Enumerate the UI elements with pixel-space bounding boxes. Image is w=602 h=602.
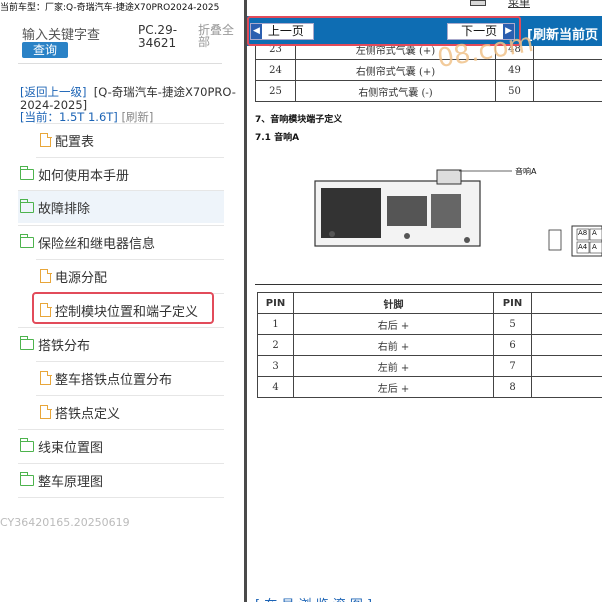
sidebar-item-power-distribution[interactable]: 电源分配 [40, 260, 224, 292]
section-rule [255, 284, 602, 285]
sidebar-item-label: 整车搭铁点位置分布 [55, 372, 173, 388]
column-header: PIN [257, 292, 294, 314]
connector-pin-label: A [592, 229, 597, 237]
page-nav-bar: ◀ 上一页 下一页 ▶ [刷新当前页 [247, 16, 602, 46]
table-row: 25 右侧帘式气囊 (-) 50 [255, 80, 602, 102]
table-row: 2 右前 + 6 [257, 334, 602, 356]
column-header: 针脚 [293, 292, 494, 314]
sidebar-item-label: 线束位置图 [38, 440, 104, 456]
table-cell: 1 [257, 313, 294, 335]
folder-icon [19, 165, 34, 180]
sidebar-separator [18, 63, 222, 64]
table-cell: 5 [493, 313, 532, 335]
table-cell: 右前 + [293, 334, 494, 356]
table-cell [531, 355, 602, 377]
connector-pin-label: A4 [578, 243, 588, 251]
section-title: 7、音响模块端子定义 [255, 115, 343, 125]
folder-icon [19, 437, 34, 452]
sidebar-item-label: 保险丝和继电器信息 [38, 236, 156, 252]
table-header-row: PIN 针脚 PIN [257, 292, 602, 314]
folder-icon [19, 233, 34, 248]
sidebar: 输入关键字查 查询 PC.29-34621 折叠全部 [返回上一级] [Q-奇瑞… [0, 16, 244, 602]
content-pane: 23 左侧帘式气囊 (+) 48 24 右侧帘式气囊 (+) 49 25 右侧帘… [247, 16, 602, 602]
table-cell [533, 80, 602, 102]
query-button[interactable]: 查询 [22, 42, 68, 58]
table-cell: 右侧帘式气囊 (-) [295, 80, 496, 102]
table-cell: 25 [255, 80, 296, 102]
table-cell: 4 [257, 376, 294, 398]
table-row: 1 右后 + 5 [257, 313, 602, 335]
sidebar-item-label: 搭铁点定义 [55, 406, 121, 422]
table-cell: 左后 + [293, 376, 494, 398]
connector-pin-label: A [592, 243, 597, 251]
subsection-title: 7.1 音响A [255, 133, 300, 143]
table-row: 4 左后 + 8 [257, 376, 602, 398]
table-cell [533, 59, 602, 81]
audio-pin-table: PIN 针脚 PIN 1 右后 + 5 2 右前 + 6 3 左前 + 7 4 … [257, 292, 602, 398]
pc-code: PC.29-34621 [138, 23, 178, 50]
document-icon [40, 404, 52, 419]
table-cell: 左前 + [293, 355, 494, 377]
table-cell: 24 [255, 59, 296, 81]
current-model-label: 当前车型： [0, 3, 46, 13]
sidebar-item-label: 配置表 [55, 134, 95, 150]
airbag-pin-table: 23 左侧帘式气囊 (+) 48 24 右侧帘式气囊 (+) 49 25 右侧帘… [255, 38, 602, 102]
sidebar-item-troubleshooting[interactable]: 故障排除 [18, 191, 224, 223]
sidebar-item-harness-location[interactable]: 线束位置图 [19, 430, 224, 462]
sidebar-item-vehicle-schematic[interactable]: 整车原理图 [19, 464, 224, 496]
folder-icon [19, 335, 34, 350]
table-cell [531, 334, 602, 356]
folder-icon [19, 471, 34, 486]
refresh-link[interactable]: [刷新] [121, 110, 153, 124]
breadcrumb: [返回上一级] [Q-奇瑞汽车-捷途X70PRO-2024-2025] [当前：… [20, 86, 240, 124]
current-model-value: 厂家:Q-奇瑞汽车-捷途X70PRO2024-2025 [45, 3, 220, 13]
sidebar-item-fuse-relay[interactable]: 保险丝和继电器信息 [19, 226, 224, 258]
sidebar-item-label: 电源分配 [55, 270, 108, 286]
column-header: PIN [493, 292, 532, 314]
menu-link[interactable]: 菜单 [508, 0, 530, 10]
table-cell: 8 [493, 376, 532, 398]
sidebar-item-label: 搭铁分布 [38, 338, 91, 354]
search-input[interactable]: 输入关键字查 [22, 24, 100, 43]
document-icon [40, 370, 52, 385]
sidebar-item-ground-point-location[interactable]: 整车搭铁点位置分布 [40, 362, 224, 394]
sidebar-item-how-to-use[interactable]: 如何使用本手册 [19, 158, 224, 190]
current-value: 1.5T 1.6T] [59, 110, 118, 124]
sidebar-item-label: 如何使用本手册 [38, 168, 130, 184]
table-cell [531, 376, 602, 398]
connector-label: 音响A [515, 167, 537, 176]
selection-highlight [32, 292, 214, 324]
window-button[interactable] [470, 0, 486, 6]
collapse-all-button[interactable]: 折叠全部 [198, 24, 240, 48]
table-cell: 3 [257, 355, 294, 377]
table-cell: 右后 + [293, 313, 494, 335]
table-cell [531, 313, 602, 335]
table-cell: 50 [495, 80, 534, 102]
table-cell: 6 [493, 334, 532, 356]
document-icon [40, 268, 52, 283]
table-cell: 7 [493, 355, 532, 377]
table-row: 3 左前 + 7 [257, 355, 602, 377]
folder-icon [19, 198, 34, 213]
refresh-current-page-link[interactable]: [刷新当前页 [527, 24, 598, 43]
audio-module-diagram [314, 169, 602, 257]
footer-id: CY36420165.20250619 [0, 516, 130, 529]
sidebar-item-label: 整车原理图 [38, 474, 104, 490]
sidebar-item-ground-distribution[interactable]: 搭铁分布 [19, 328, 224, 360]
table-row: 24 右侧帘式气囊 (+) 49 [255, 59, 602, 81]
document-icon [40, 132, 52, 147]
table-cell: 2 [257, 334, 294, 356]
sidebar-item-label: 故障排除 [38, 201, 91, 217]
sidebar-item-ground-point-definition[interactable]: 搭铁点定义 [40, 396, 224, 428]
sidebar-item-config-table[interactable]: 配置表 [40, 124, 224, 156]
connector-pin-label: A8 [578, 229, 588, 237]
browse-link[interactable]: [ 在 显 浏 览 滚 图 ] [255, 594, 372, 602]
item-divider [18, 497, 224, 498]
current-prefix: [当前： [20, 110, 59, 124]
column-header [531, 292, 602, 314]
